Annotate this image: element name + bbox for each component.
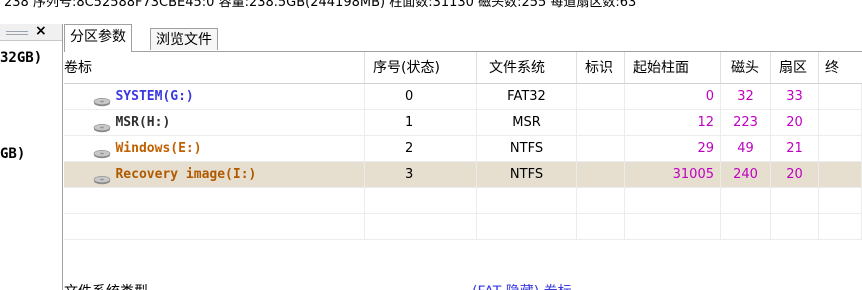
partition-head-cell: 49 xyxy=(721,136,771,162)
partition-head-cell: 223 xyxy=(721,110,771,136)
partition-row[interactable]: Windows(E:) 2 NTFS 29 49 21 xyxy=(64,136,862,162)
disk-partition-icon xyxy=(93,143,111,158)
partition-filesystem-cell: MSR xyxy=(477,110,577,136)
disk-partition-icon xyxy=(93,169,111,184)
tree-item-disk-2[interactable]: GB) xyxy=(0,146,25,162)
partition-end-cell xyxy=(819,110,862,136)
empty-cell xyxy=(819,214,862,240)
empty-cell xyxy=(771,214,819,240)
partition-volume-label: Windows(E:) xyxy=(115,141,202,156)
column-header-filesystem[interactable]: 文件系统 xyxy=(477,52,577,84)
panel-header: × xyxy=(0,23,62,41)
empty-cell xyxy=(721,214,771,240)
partition-head-cell: 240 xyxy=(721,162,771,188)
column-header-id[interactable]: 标识 xyxy=(577,52,625,84)
partition-sector-cell: 21 xyxy=(771,136,819,162)
empty-cell xyxy=(819,188,862,214)
partition-id-cell xyxy=(577,84,625,110)
partition-end-cell xyxy=(819,136,862,162)
partition-start-cylinder-cell: 0 xyxy=(625,84,721,110)
empty-cell xyxy=(477,188,577,214)
disk-tree-panel: × 32GB) GB) xyxy=(0,23,63,290)
partition-filesystem-cell: NTFS xyxy=(477,162,577,188)
column-header-head[interactable]: 磁头 xyxy=(721,52,771,84)
partition-id-cell xyxy=(577,110,625,136)
empty-cell xyxy=(721,188,771,214)
partition-index-cell: 2 xyxy=(365,136,477,162)
column-header-index[interactable]: 序号(状态) xyxy=(365,52,477,84)
column-header-name[interactable]: 卷标 xyxy=(64,52,365,84)
partition-filesystem-cell: NTFS xyxy=(477,136,577,162)
close-panel-button[interactable]: × xyxy=(35,23,47,39)
empty-cell xyxy=(771,188,819,214)
partition-index-cell: 1 xyxy=(365,110,477,136)
filesystem-type-label: 文件系统类型 xyxy=(64,281,148,290)
partition-id-cell xyxy=(577,136,625,162)
empty-row xyxy=(64,188,862,214)
empty-cell xyxy=(64,188,365,214)
partition-volume-label: SYSTEM(G:) xyxy=(115,89,194,104)
panel-grip-icon[interactable] xyxy=(6,31,28,32)
partition-end-cell xyxy=(819,162,862,188)
partition-name-cell[interactable]: MSR(H:) xyxy=(64,110,365,136)
empty-cell xyxy=(577,214,625,240)
volume-label-info: (FAT 隐藏) 卷标 xyxy=(472,281,572,290)
partition-row[interactable]: SYSTEM(G:) 0 FAT32 0 32 33 xyxy=(64,84,862,110)
disk-info-bar: 238 序列号:8C52588F73CBE45:0 容量:238.5GB(244… xyxy=(0,0,862,10)
partition-index-cell: 3 xyxy=(365,162,477,188)
empty-cell xyxy=(577,188,625,214)
partition-name-cell[interactable]: Windows(E:) xyxy=(64,136,365,162)
main-panel: 分区参数 浏览文件 卷标 序号(状态) 文件系统 标识 起始柱面 磁头 扇区 终… xyxy=(64,24,862,290)
partition-head-cell: 32 xyxy=(721,84,771,110)
partition-row[interactable]: MSR(H:) 1 MSR 12 223 20 xyxy=(64,110,862,136)
partition-name-cell[interactable]: Recovery image(I:) xyxy=(64,162,365,188)
partition-end-cell xyxy=(819,84,862,110)
partition-sector-cell: 20 xyxy=(771,110,819,136)
empty-cell xyxy=(625,214,721,240)
disk-partition-icon xyxy=(93,91,111,106)
empty-cell xyxy=(365,188,477,214)
partition-volume-label: MSR(H:) xyxy=(115,115,171,130)
partition-start-cylinder-cell: 29 xyxy=(625,136,721,162)
empty-cell xyxy=(64,214,365,240)
empty-cell xyxy=(365,214,477,240)
empty-cell xyxy=(477,214,577,240)
disk-partition-icon xyxy=(93,117,111,132)
partition-start-cylinder-cell: 12 xyxy=(625,110,721,136)
empty-row xyxy=(64,214,862,240)
column-header-end[interactable]: 终 xyxy=(819,52,862,84)
partition-index-cell: 0 xyxy=(365,84,477,110)
panel-grip-icon-lower[interactable] xyxy=(6,34,28,35)
tab-partition-params[interactable]: 分区参数 xyxy=(64,24,132,52)
empty-cell xyxy=(625,188,721,214)
tab-browse-files[interactable]: 浏览文件 xyxy=(150,28,218,50)
partition-name-cell[interactable]: SYSTEM(G:) xyxy=(64,84,365,110)
partition-details-strip: 文件系统类型 (FAT 隐藏) 卷标 xyxy=(64,280,862,290)
partition-sector-cell: 33 xyxy=(771,84,819,110)
partition-id-cell xyxy=(577,162,625,188)
tree-item-disk[interactable]: 32GB) xyxy=(0,50,42,66)
partition-filesystem-cell: FAT32 xyxy=(477,84,577,110)
partition-volume-label: Recovery image(I:) xyxy=(115,167,257,182)
column-header-start-cylinder[interactable]: 起始柱面 xyxy=(625,52,721,84)
disk-info-text: 238 序列号:8C52588F73CBE45:0 容量:238.5GB(244… xyxy=(4,0,637,10)
partition-start-cylinder-cell: 31005 xyxy=(625,162,721,188)
tab-bar: 分区参数 浏览文件 xyxy=(64,24,862,52)
partition-sector-cell: 20 xyxy=(771,162,819,188)
partition-tool-window: 238 序列号:8C52588F73CBE45:0 容量:238.5GB(244… xyxy=(0,0,862,290)
partition-row[interactable]: Recovery image(I:) 3 NTFS 31005 240 20 xyxy=(64,162,862,188)
column-header-sector[interactable]: 扇区 xyxy=(771,52,819,84)
